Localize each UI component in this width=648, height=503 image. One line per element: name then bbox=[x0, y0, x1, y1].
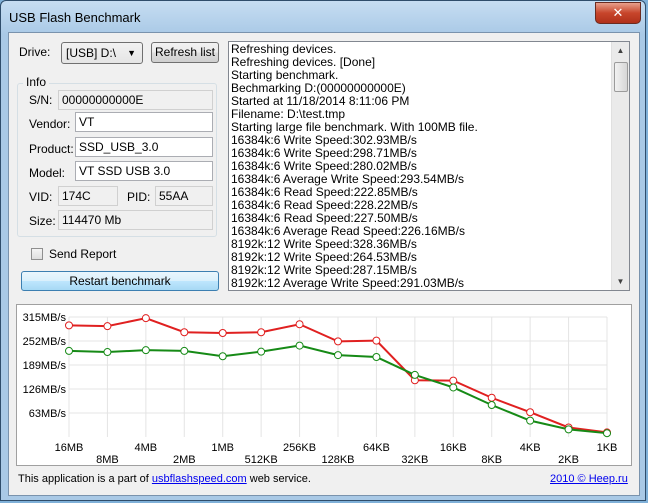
series-2-point bbox=[180, 346, 189, 355]
window-title: USB Flash Benchmark bbox=[9, 10, 141, 25]
y-tick-label: 126MB/s bbox=[23, 384, 67, 396]
x-tick-label: 1MB bbox=[211, 442, 234, 454]
title-bar[interactable]: USB Flash Benchmark ✕ bbox=[1, 1, 645, 35]
y-tick-label: 189MB/s bbox=[23, 360, 67, 372]
x-tick-label: 128KB bbox=[321, 454, 354, 465]
series-2-point bbox=[103, 348, 112, 357]
series-2-point bbox=[141, 346, 150, 355]
size-field: 114470 Mb bbox=[58, 210, 213, 230]
log-lines: Refreshing devices. Refreshing devices. [… bbox=[231, 43, 609, 290]
x-tick-label: 16KB bbox=[440, 442, 467, 454]
x-tick-label: 16MB bbox=[55, 442, 84, 454]
log-line: 8192k:12 Average Write Speed:291.03MB/s bbox=[231, 276, 465, 290]
app-window: USB Flash Benchmark ✕ Drive: [USB] D:\ ▼… bbox=[0, 0, 646, 501]
series-2-point bbox=[410, 370, 419, 379]
restart-benchmark-button[interactable]: Restart benchmark bbox=[21, 271, 219, 291]
series-1-point bbox=[526, 408, 535, 417]
series-2-point bbox=[65, 346, 73, 355]
x-tick-label: 2KB bbox=[558, 454, 579, 465]
series-2-point bbox=[603, 429, 611, 438]
usbflashspeed-link[interactable]: usbflashspeed.com bbox=[152, 473, 247, 485]
x-tick-label: 1KB bbox=[597, 442, 618, 454]
footer-text-suffix: web service. bbox=[246, 473, 311, 485]
series-2-point bbox=[218, 352, 227, 361]
x-tick-label: 2MB bbox=[173, 454, 196, 465]
close-button[interactable]: ✕ bbox=[595, 2, 641, 24]
scroll-up-icon[interactable]: ▲ bbox=[612, 42, 629, 59]
size-label: Size: bbox=[29, 214, 56, 228]
y-tick-label: 315MB/s bbox=[23, 312, 67, 324]
series-2-point bbox=[487, 401, 496, 409]
series-1-point bbox=[334, 337, 342, 346]
speed-chart-panel: 315MB/s 252MB/s 189MB/s 126MB/s 63MB/s 16MB 8M… bbox=[16, 304, 632, 466]
series-2-point bbox=[564, 425, 573, 434]
series-1-point bbox=[180, 328, 189, 337]
vendor-label: Vendor: bbox=[29, 117, 71, 131]
vid-label: VID: bbox=[29, 190, 53, 204]
footer-info: This application is a part of usbflashsp… bbox=[18, 473, 311, 485]
pid-field: 55AA bbox=[155, 186, 213, 206]
x-tick-label: 512KB bbox=[245, 454, 278, 465]
send-report-label[interactable]: Send Report bbox=[49, 247, 116, 261]
x-tick-label: 4MB bbox=[135, 442, 158, 454]
send-report-checkbox[interactable] bbox=[31, 248, 43, 260]
series-2-point bbox=[526, 416, 535, 425]
heep-link[interactable]: 2010 © Heep.ru bbox=[550, 473, 628, 485]
product-label: Product: bbox=[29, 142, 74, 156]
series-1-point bbox=[257, 328, 266, 337]
sn-label: S/N: bbox=[29, 93, 53, 107]
y-tick-label: 252MB/s bbox=[23, 336, 67, 348]
x-tick-label: 4KB bbox=[520, 442, 541, 454]
log-scrollbar[interactable]: ▲ ▼ bbox=[611, 42, 629, 290]
series-1-point bbox=[141, 314, 150, 323]
series-2-point bbox=[257, 347, 266, 356]
series-1-point bbox=[65, 321, 73, 330]
series-2-point bbox=[372, 353, 381, 361]
info-group-title: Info bbox=[23, 75, 50, 89]
client-area: Drive: [USB] D:\ ▼ Refresh list Info S/N… bbox=[8, 32, 640, 496]
chevron-down-icon: ▼ bbox=[127, 48, 136, 58]
scroll-thumb[interactable] bbox=[614, 62, 628, 92]
x-tick-label: 256KB bbox=[283, 442, 316, 454]
series-1-point bbox=[218, 329, 227, 337]
refresh-list-button[interactable]: Refresh list bbox=[151, 42, 219, 63]
x-tick-label: 32KB bbox=[401, 454, 428, 465]
series-2-point bbox=[295, 341, 304, 350]
footer-text-prefix: This application is a part of bbox=[18, 473, 152, 485]
pid-label: PID: bbox=[127, 190, 151, 204]
series-1-point bbox=[487, 393, 496, 402]
series-1-point bbox=[103, 322, 112, 331]
series-2-point bbox=[449, 383, 458, 392]
x-tick-label: 8MB bbox=[96, 454, 119, 465]
drive-label: Drive: bbox=[19, 45, 51, 59]
model-label: Model: bbox=[29, 166, 66, 180]
series-1-point bbox=[372, 336, 381, 345]
x-tick-label: 64KB bbox=[363, 442, 390, 454]
sn-field: 00000000000E bbox=[58, 90, 213, 110]
series-2-point bbox=[334, 351, 342, 360]
speed-chart: 315MB/s 252MB/s 189MB/s 126MB/s 63MB/s 16MB 8M… bbox=[23, 312, 618, 466]
vendor-field[interactable]: VT bbox=[75, 112, 213, 132]
drive-select[interactable]: [USB] D:\ ▼ bbox=[61, 42, 143, 64]
series-1-point bbox=[449, 376, 458, 385]
product-field[interactable]: SSD_USB_3.0 bbox=[75, 137, 213, 157]
y-tick-label: 63MB/s bbox=[29, 408, 67, 420]
scroll-down-icon[interactable]: ▼ bbox=[612, 273, 629, 290]
series-1-point bbox=[295, 320, 304, 329]
drive-select-value: [USB] D:\ bbox=[66, 46, 117, 60]
vid-field: 174C bbox=[58, 186, 118, 206]
x-tick-label: 8KB bbox=[481, 454, 502, 465]
model-field[interactable]: VT SSD USB 3.0 bbox=[75, 161, 213, 181]
log-listbox[interactable]: Refreshing devices. Refreshing devices. [… bbox=[228, 41, 630, 291]
